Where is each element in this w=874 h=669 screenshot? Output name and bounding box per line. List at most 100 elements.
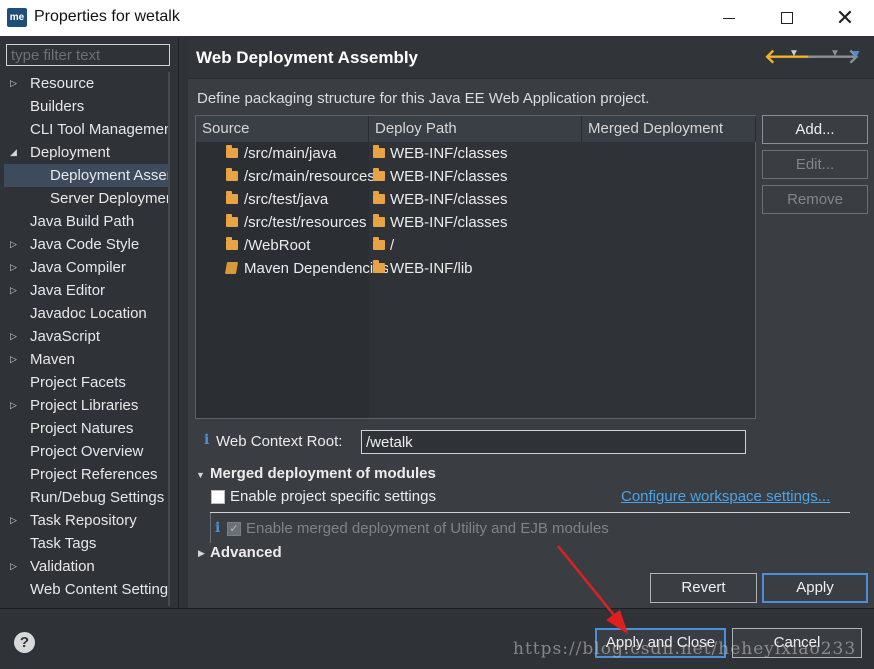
configure-workspace-link[interactable]: Configure workspace settings... <box>621 488 830 505</box>
tree-collapse-icon[interactable]: ◢ <box>10 141 17 164</box>
tree-item[interactable]: Project References <box>4 463 170 486</box>
maximize-button[interactable] <box>758 0 816 36</box>
tree-item-label: Javadoc Location <box>30 305 147 322</box>
info-icon: i <box>204 432 210 448</box>
tree-item-label: Java Build Path <box>30 213 135 230</box>
table-row[interactable]: /WebRoot / <box>196 234 755 257</box>
tree-item[interactable]: ▷ Java Editor <box>4 279 170 302</box>
tree-item-label: Run/Debug Settings <box>30 489 165 506</box>
table-row[interactable]: /src/main/resources WEB-INF/classes <box>196 165 755 188</box>
tree-item[interactable]: ▷ Java Compiler <box>4 256 170 279</box>
tree-item[interactable]: Builders <box>4 95 170 118</box>
advanced-expand-icon[interactable]: ▶ <box>198 548 205 559</box>
tree-expand-icon[interactable]: ▷ <box>10 72 17 95</box>
apply-button[interactable]: Apply <box>762 573 868 603</box>
tree-item[interactable]: ◢ Deployment <box>4 141 170 164</box>
property-page-tree[interactable]: ▷ Resource Builders CLI Tool Management ◢ Dep… <box>4 72 170 606</box>
tree-scrollbar[interactable] <box>168 72 170 606</box>
tree-item[interactable]: ▷ Java Code Style <box>4 233 170 256</box>
tree-item-label: Task Repository <box>30 512 137 529</box>
maximize-icon <box>781 12 793 24</box>
tree-item[interactable]: CLI Tool Management <box>4 118 170 141</box>
advanced-section-title[interactable]: Advanced <box>210 544 282 561</box>
folder-icon <box>226 145 238 158</box>
tree-item-label: CLI Tool Management <box>30 121 170 138</box>
tree-expand-icon[interactable]: ▷ <box>10 279 17 302</box>
tree-expand-icon[interactable]: ▷ <box>10 555 17 578</box>
edit-button[interactable]: Edit... <box>762 150 868 179</box>
tree-item[interactable]: ▷ Task Repository <box>4 509 170 532</box>
table-row[interactable]: /src/test/resources WEB-INF/classes <box>196 211 755 234</box>
library-icon <box>224 262 239 274</box>
enable-specific-checkbox[interactable] <box>211 490 225 504</box>
add-button[interactable]: Add... <box>762 115 868 144</box>
tree-item[interactable]: ▷ Project Libraries <box>4 394 170 417</box>
tree-item[interactable]: Java Build Path <box>4 210 170 233</box>
tree-expand-icon[interactable]: ▷ <box>10 394 17 417</box>
table-row[interactable]: Maven Dependencies WEB-INF/lib <box>196 257 755 280</box>
tree-expand-icon[interactable]: ▷ <box>10 509 17 532</box>
app-logo-icon: me <box>7 8 27 27</box>
tree-item[interactable]: ▷ Validation <box>4 555 170 578</box>
tree-item-label: Server Deployment <box>50 190 170 207</box>
folder-icon <box>373 168 385 181</box>
tree-item[interactable]: Project Facets <box>4 371 170 394</box>
source-cell: /WebRoot <box>244 237 311 254</box>
deploy-path-cell: WEB-INF/lib <box>390 260 473 277</box>
table-row[interactable]: /src/main/java WEB-INF/classes <box>196 142 755 165</box>
source-cell: Maven Dependencies <box>244 260 388 277</box>
merged-info-icon: i <box>215 520 221 536</box>
tree-item-label: Builders <box>30 98 85 115</box>
revert-button[interactable]: Revert <box>650 573 757 603</box>
tree-item-label: Project Facets <box>30 374 126 391</box>
tree-item[interactable]: Javadoc Location <box>4 302 170 325</box>
column-header-deploy-path[interactable]: Deploy Path <box>369 116 582 142</box>
tree-item-label: Project Natures <box>30 420 134 437</box>
column-header-merged-deployment[interactable]: Merged Deployment <box>582 116 756 142</box>
deployment-table[interactable]: Source Deploy Path Merged Deployment /sr… <box>195 115 756 419</box>
tree-item[interactable]: Project Overview <box>4 440 170 463</box>
enable-merged-label: Enable merged deployment of Utility and … <box>246 520 609 537</box>
pane-divider[interactable] <box>178 38 179 608</box>
enable-specific-label[interactable]: Enable project specific settings <box>230 488 436 505</box>
remove-button[interactable]: Remove <box>762 185 868 214</box>
tree-expand-icon[interactable]: ▷ <box>10 256 17 279</box>
folder-icon <box>373 145 385 158</box>
deploy-path-cell: / <box>390 237 395 254</box>
column-header-source[interactable]: Source <box>196 116 369 142</box>
source-cell: /src/test/resources <box>244 214 367 231</box>
merged-section-title[interactable]: Merged deployment of modules <box>210 465 436 482</box>
tree-item-label: Resource <box>30 75 95 92</box>
tree-item[interactable]: Server Deployment <box>4 187 170 210</box>
folder-icon <box>373 214 385 227</box>
tree-item[interactable]: ▷ Maven <box>4 348 170 371</box>
tree-item[interactable]: Run/Debug Settings <box>4 486 170 509</box>
tree-item[interactable]: Task Tags <box>4 532 170 555</box>
tree-expand-icon[interactable]: ▷ <box>10 325 17 348</box>
context-root-input[interactable] <box>361 430 746 454</box>
deploy-path-cell: WEB-INF/classes <box>390 191 508 208</box>
annotation-arrow-icon <box>557 545 628 634</box>
tree-item[interactable]: Deployment Assembly <box>4 164 170 187</box>
help-icon[interactable]: ? <box>14 632 35 653</box>
tree-item[interactable]: ▷ Resource <box>4 72 170 95</box>
window-title: Properties for wetalk <box>34 8 180 25</box>
view-menu-icon[interactable]: ▼ <box>850 47 862 67</box>
tree-expand-icon[interactable]: ▷ <box>10 233 17 256</box>
tree-item[interactable]: Project Natures <box>4 417 170 440</box>
close-button[interactable]: ✕ <box>816 0 874 36</box>
filter-input[interactable] <box>6 44 170 66</box>
tree-item[interactable]: ▷ JavaScript <box>4 325 170 348</box>
table-row[interactable]: /src/test/java WEB-INF/classes <box>196 188 755 211</box>
back-dropdown-icon[interactable]: ▼ <box>789 48 799 68</box>
merged-section-collapse-icon[interactable]: ▼ <box>196 470 205 480</box>
deploy-path-cell: WEB-INF/classes <box>390 168 508 185</box>
source-cell: /src/main/java <box>244 145 337 162</box>
tree-item[interactable]: Web Content Settings <box>4 578 170 601</box>
tree-expand-icon[interactable]: ▷ <box>10 348 17 371</box>
tree-item-label: Project Libraries <box>30 397 139 414</box>
minimize-button[interactable] <box>700 0 758 36</box>
watermark: https://blog.csdn.net/heheyixiao233 <box>513 639 857 659</box>
forward-dropdown-icon[interactable]: ▼ <box>830 48 840 68</box>
tree-item-label: Java Code Style <box>30 236 140 253</box>
